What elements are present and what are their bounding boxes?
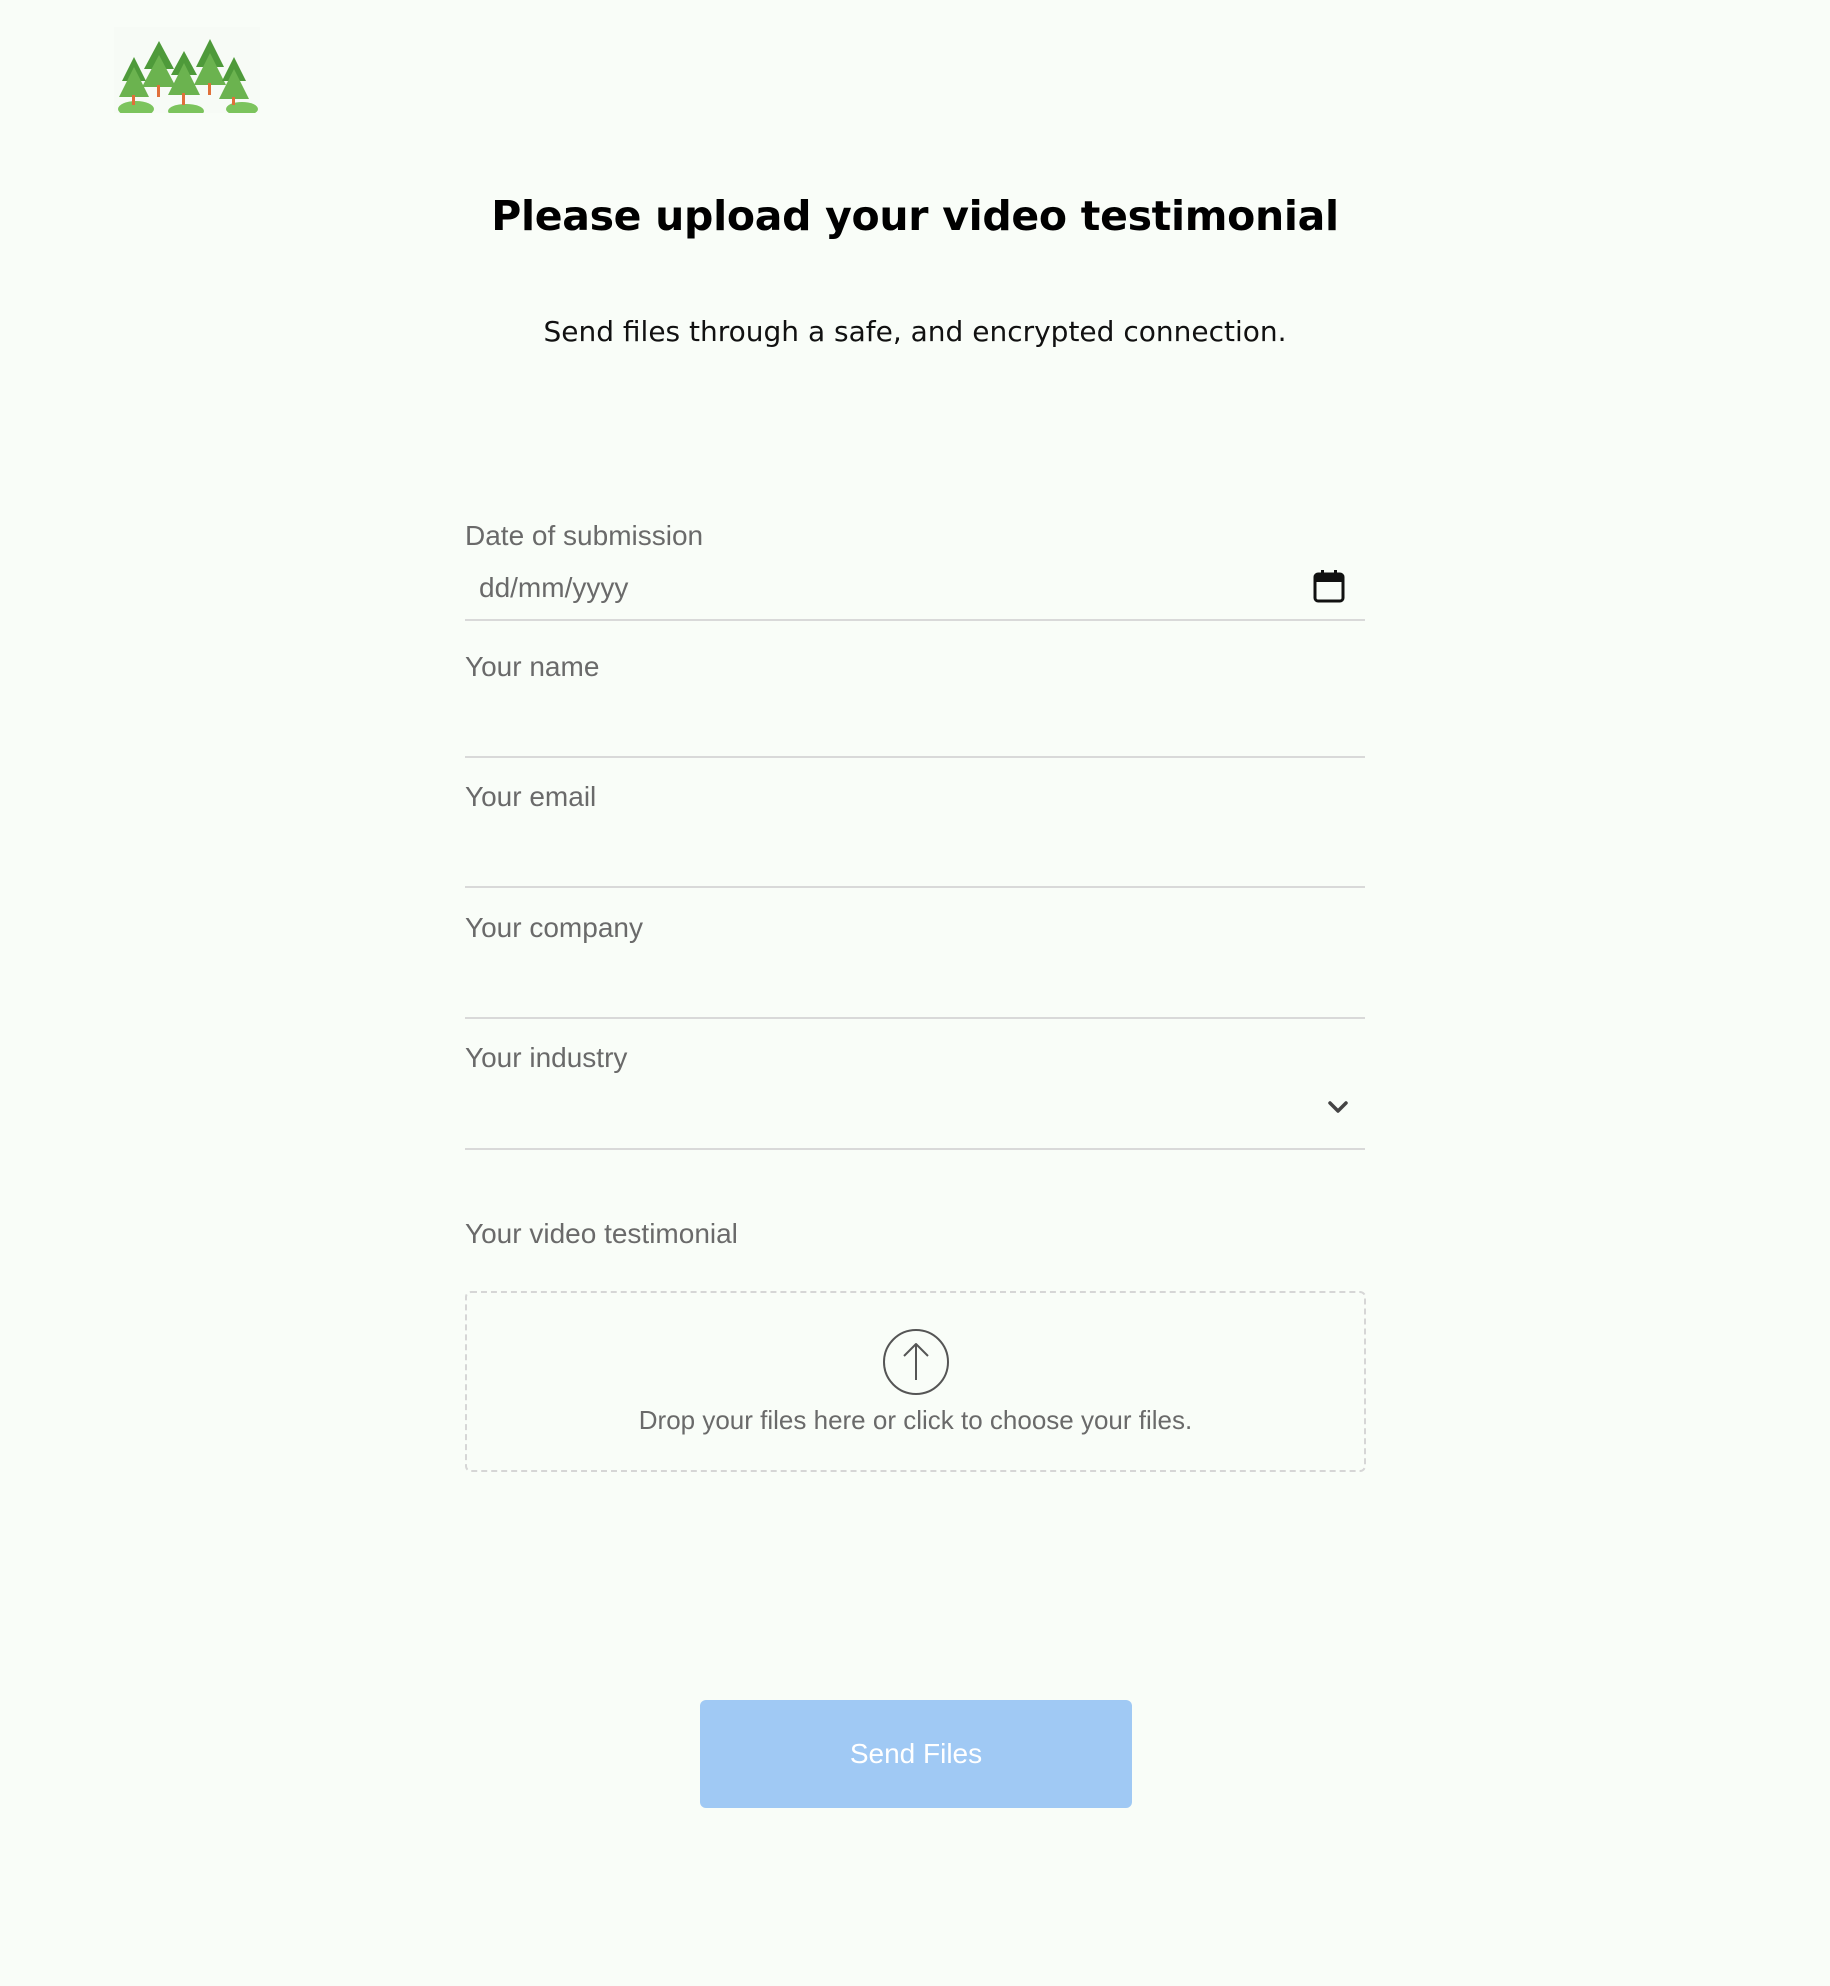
company-underline <box>465 1017 1365 1019</box>
calendar-icon[interactable] <box>1313 569 1345 603</box>
email-label: Your email <box>465 781 597 812</box>
name-label: Your name <box>465 651 600 682</box>
page-title: Please upload your video testimonial <box>491 192 1339 240</box>
email-field: Your email <box>465 781 1365 903</box>
chevron-down-icon[interactable] <box>1326 1099 1350 1115</box>
company-logo <box>114 27 260 118</box>
name-underline <box>465 756 1365 758</box>
email-input[interactable] <box>465 823 1365 903</box>
industry-label: Your industry <box>465 1042 628 1073</box>
upload-arrow-icon[interactable] <box>882 1328 950 1396</box>
video-label: Your video testimonial <box>465 1218 738 1249</box>
send-files-button[interactable]: Send Files <box>700 1700 1132 1808</box>
industry-select[interactable] <box>479 1096 1299 1126</box>
date-underline <box>465 619 1365 621</box>
name-input[interactable] <box>465 693 1365 773</box>
date-field: Date of submission dd/mm/yyyy <box>465 522 1365 622</box>
email-underline <box>465 886 1365 888</box>
company-label: Your company <box>465 912 643 943</box>
dropzone-text[interactable]: Drop your files here or click to choose … <box>467 1407 1364 1433</box>
industry-underline <box>465 1148 1365 1150</box>
company-input[interactable] <box>465 954 1365 1034</box>
date-input[interactable]: dd/mm/yyyy <box>479 574 628 602</box>
page-subtitle: Send files through a safe, and encrypted… <box>543 315 1287 348</box>
name-field: Your name <box>465 651 1365 773</box>
company-field: Your company <box>465 912 1365 1034</box>
industry-field[interactable]: Your industry <box>465 1044 1365 1150</box>
date-label: Date of submission <box>465 520 704 551</box>
file-dropzone[interactable]: Drop your files here or click to choose … <box>465 1291 1366 1472</box>
video-field: Your video testimonial <box>465 1220 1365 1260</box>
